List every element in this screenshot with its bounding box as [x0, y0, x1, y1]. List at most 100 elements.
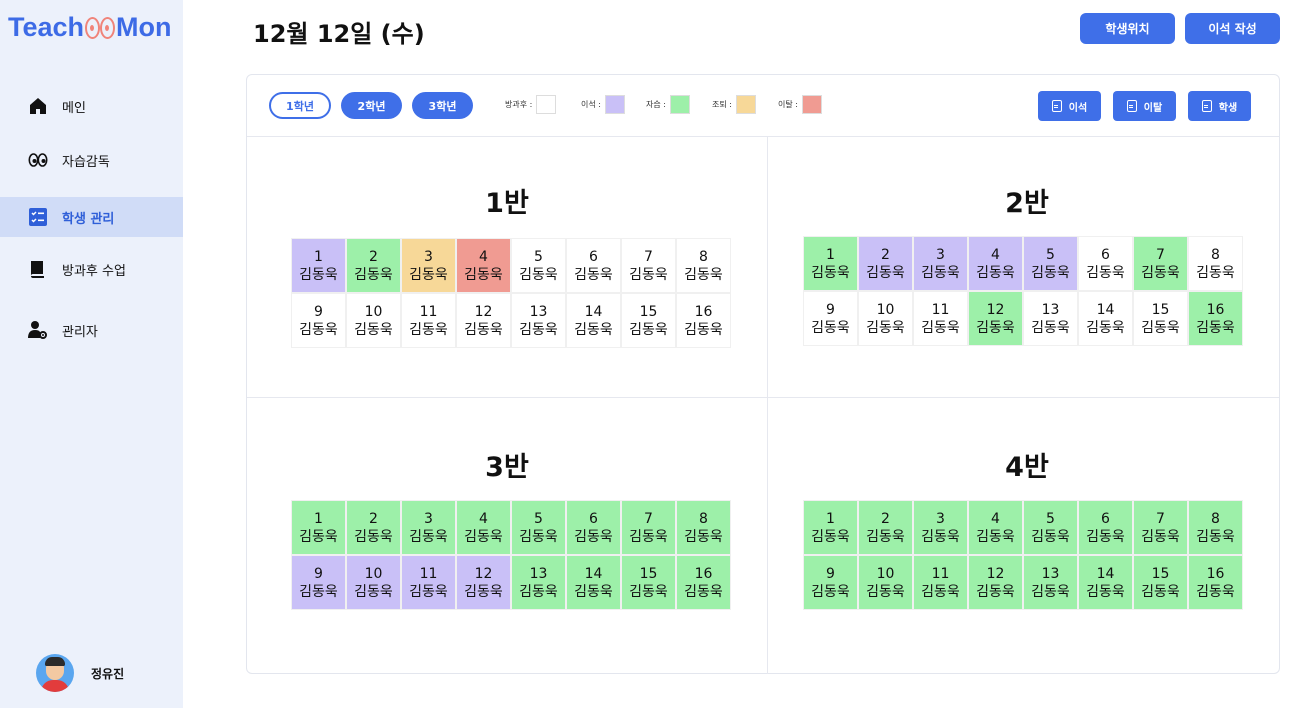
seat[interactable]: 9 김동욱	[291, 293, 346, 348]
tab-grade-2[interactable]: 2학년	[341, 92, 402, 119]
legend-away: 이탈 :	[778, 95, 822, 114]
seat[interactable]: 11 김동욱	[401, 293, 456, 348]
seat[interactable]: 6 김동욱	[566, 238, 621, 293]
seat[interactable]: 10 김동욱	[346, 293, 401, 348]
student-location-button[interactable]: 학생위치	[1080, 13, 1175, 44]
student-name: 김동욱	[684, 528, 723, 545]
seat[interactable]: 3 김동욱	[913, 500, 968, 555]
seat[interactable]: 15 김동욱	[1133, 291, 1188, 346]
student-name: 김동욱	[1086, 528, 1125, 545]
student-name: 김동욱	[574, 266, 613, 283]
seat[interactable]: 15 김동욱	[621, 555, 676, 610]
seat[interactable]: 7 김동욱	[621, 238, 676, 293]
student-name: 김동욱	[811, 583, 850, 600]
seat[interactable]: 12 김동욱	[968, 555, 1023, 610]
away-doc-button[interactable]: 이탈	[1113, 91, 1176, 121]
seat-number: 11	[419, 303, 438, 320]
seat[interactable]: 8 김동욱	[1188, 500, 1243, 555]
seat[interactable]: 8 김동욱	[676, 500, 731, 555]
seat[interactable]: 15 김동욱	[621, 293, 676, 348]
panel-toolbar: 1학년 2학년 3학년 방과후 : 이석 : 자습 : 조퇴 : 이탈 : 이석	[247, 75, 1279, 137]
user-profile[interactable]: 정유진	[36, 654, 124, 692]
seat[interactable]: 16 김동욱	[676, 293, 731, 348]
seat[interactable]: 13 김동욱	[1023, 555, 1078, 610]
seat[interactable]: 1 김동욱	[803, 236, 858, 291]
seat[interactable]: 12 김동욱	[456, 293, 511, 348]
sidebar-item-main[interactable]: 메인	[0, 86, 183, 126]
student-name: 김동욱	[299, 321, 338, 338]
seat-number: 6	[589, 248, 598, 265]
tab-grade-3[interactable]: 3학년	[412, 92, 473, 119]
seat[interactable]: 11 김동욱	[401, 555, 456, 610]
app-logo[interactable]: Teach Mon	[8, 12, 172, 43]
seat[interactable]: 7 김동욱	[1133, 500, 1188, 555]
seat[interactable]: 14 김동욱	[566, 293, 621, 348]
seat[interactable]: 4 김동욱	[968, 500, 1023, 555]
seat[interactable]: 16 김동욱	[1188, 291, 1243, 346]
seat[interactable]: 7 김동욱	[621, 500, 676, 555]
seat[interactable]: 2 김동욱	[858, 236, 913, 291]
seat-number: 13	[1041, 565, 1060, 582]
seat[interactable]: 8 김동욱	[1188, 236, 1243, 291]
checklist-icon	[28, 207, 48, 227]
legend-label: 이석 :	[581, 100, 601, 109]
seat[interactable]: 9 김동욱	[291, 555, 346, 610]
student-name: 김동욱	[866, 528, 905, 545]
student-name: 김동욱	[1196, 528, 1235, 545]
seat-number: 16	[694, 303, 713, 320]
seat[interactable]: 13 김동욱	[511, 555, 566, 610]
seat[interactable]: 12 김동욱	[968, 291, 1023, 346]
seat[interactable]: 2 김동욱	[346, 500, 401, 555]
seat[interactable]: 4 김동욱	[968, 236, 1023, 291]
leave-doc-button[interactable]: 이석	[1038, 91, 1101, 121]
seat-number: 12	[474, 565, 493, 582]
seat[interactable]: 2 김동욱	[346, 238, 401, 293]
seat[interactable]: 14 김동욱	[566, 555, 621, 610]
student-name: 김동욱	[464, 528, 503, 545]
seat[interactable]: 1 김동욱	[803, 500, 858, 555]
seat[interactable]: 5 김동욱	[511, 500, 566, 555]
seat[interactable]: 1 김동욱	[291, 238, 346, 293]
seat[interactable]: 14 김동욱	[1078, 555, 1133, 610]
seat[interactable]: 4 김동욱	[456, 500, 511, 555]
seat[interactable]: 6 김동욱	[566, 500, 621, 555]
seat[interactable]: 12 김동욱	[456, 555, 511, 610]
tab-grade-1[interactable]: 1학년	[269, 92, 331, 119]
student-doc-button[interactable]: 학생	[1188, 91, 1251, 121]
seat[interactable]: 11 김동욱	[913, 555, 968, 610]
seat[interactable]: 5 김동욱	[1023, 236, 1078, 291]
seat[interactable]: 11 김동욱	[913, 291, 968, 346]
write-leave-button[interactable]: 이석 작성	[1185, 13, 1280, 44]
seat[interactable]: 2 김동욱	[858, 500, 913, 555]
seat[interactable]: 8 김동욱	[676, 238, 731, 293]
seat-number: 6	[1101, 510, 1110, 527]
seat[interactable]: 9 김동욱	[803, 555, 858, 610]
seat[interactable]: 13 김동욱	[1023, 291, 1078, 346]
student-name: 김동욱	[866, 319, 905, 336]
seat[interactable]: 10 김동욱	[858, 555, 913, 610]
sidebar-item-student-management[interactable]: 학생 관리	[0, 197, 183, 237]
seat[interactable]: 6 김동욱	[1078, 236, 1133, 291]
seat[interactable]: 3 김동욱	[401, 500, 456, 555]
sidebar-item-admin[interactable]: 관리자	[0, 310, 183, 350]
seat-number: 2	[369, 248, 378, 265]
seat[interactable]: 16 김동욱	[676, 555, 731, 610]
seat[interactable]: 1 김동욱	[291, 500, 346, 555]
seat[interactable]: 3 김동욱	[913, 236, 968, 291]
seat[interactable]: 13 김동욱	[511, 293, 566, 348]
legend-early-leave: 조퇴 :	[712, 95, 756, 114]
seat[interactable]: 9 김동욱	[803, 291, 858, 346]
seat[interactable]: 6 김동욱	[1078, 500, 1133, 555]
seat[interactable]: 10 김동욱	[858, 291, 913, 346]
seat[interactable]: 15 김동욱	[1133, 555, 1188, 610]
seat[interactable]: 3 김동욱	[401, 238, 456, 293]
seat[interactable]: 4 김동욱	[456, 238, 511, 293]
sidebar-item-study-supervision[interactable]: 자습감독	[0, 140, 183, 180]
seat[interactable]: 10 김동욱	[346, 555, 401, 610]
seat[interactable]: 5 김동욱	[1023, 500, 1078, 555]
sidebar-item-after-school[interactable]: 방과후 수업	[0, 249, 183, 289]
seat[interactable]: 5 김동욱	[511, 238, 566, 293]
seat[interactable]: 16 김동욱	[1188, 555, 1243, 610]
seat[interactable]: 14 김동욱	[1078, 291, 1133, 346]
seat[interactable]: 7 김동욱	[1133, 236, 1188, 291]
